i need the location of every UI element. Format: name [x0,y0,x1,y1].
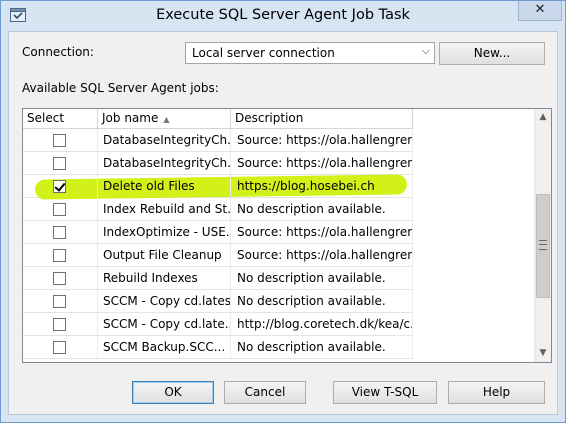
job-name-cell: Output File Cleanup [98,244,231,266]
grip-icon [539,240,547,250]
table-row[interactable]: SCCM - Copy cd.latest No description avai… [23,290,413,313]
grid-header: Select Job name ▲ Description [23,109,413,129]
table-row[interactable]: Delete old Files https://blog.hosebei.ch [23,174,413,200]
select-cell [23,175,98,197]
view-tsql-button[interactable]: View T-SQL [333,381,437,404]
column-header-description-label: Description [235,111,304,125]
job-name-cell: IndexOptimize - USE... [98,221,231,243]
select-cell [23,129,98,151]
job-description-cell: Source: https://ola.hallengren... [231,221,413,243]
job-description-cell: https://blog.hosebei.ch [231,175,413,197]
select-cell [23,336,98,358]
select-cell [23,221,98,243]
cancel-button[interactable]: Cancel [224,381,306,404]
job-description-cell: Source: https://ola.hallengren... [231,152,413,174]
table-row[interactable]: Output File Cleanup Source: https://ola.h… [23,244,413,267]
table-row[interactable]: Index Rebuild and St... No description av… [23,198,413,221]
job-description-cell: No description available. [231,267,413,289]
job-checkbox[interactable] [53,318,66,331]
select-cell [23,313,98,335]
connection-select[interactable]: Local server connection ⌵ [185,42,435,64]
job-checkbox[interactable] [53,226,66,239]
job-name-cell: DatabaseIntegrityCh... [98,152,231,174]
select-cell [23,198,98,220]
job-checkbox[interactable] [53,341,66,354]
table-row[interactable]: IndexOptimize - USE... Source: https://ol… [23,221,413,244]
job-checkbox[interactable] [53,203,66,216]
job-name-cell: Delete old Files [98,175,231,197]
help-button[interactable]: Help [448,381,545,404]
job-checkbox[interactable] [53,134,66,147]
column-header-select-label: Select [27,111,65,125]
job-description-cell: Source: https://ola.hallengren... [231,129,413,151]
job-checkbox[interactable] [53,180,66,193]
select-cell [23,267,98,289]
ok-button[interactable]: OK [132,381,214,404]
scroll-thumb[interactable] [536,194,550,298]
job-name-cell: SCCM - Copy cd.latest [98,290,231,312]
job-name-cell: Rebuild Indexes [98,267,231,289]
scroll-down-icon[interactable]: ▼ [535,345,551,362]
job-checkbox[interactable] [53,249,66,262]
job-name-cell: DatabaseIntegrityCh... [98,129,231,151]
new-connection-button[interactable]: New... [439,42,545,65]
title-bar: Execute SQL Server Agent Job Task ✕ [1,1,565,31]
job-name-cell: SCCM - Copy cd.late... [98,313,231,335]
window-title: Execute SQL Server Agent Job Task [156,7,410,23]
column-header-job-name-label: Job name [102,111,159,125]
column-header-job-name[interactable]: Job name ▲ [98,109,231,128]
table-row[interactable]: DatabaseIntegrityCh... Source: https://ol… [23,152,413,175]
job-checkbox[interactable] [53,272,66,285]
table-row[interactable]: SCCM Backup.SCC... No description availab… [23,336,413,359]
job-description-cell: No description available. [231,290,413,312]
select-cell [23,152,98,174]
job-description-cell: Source: https://ola.hallengren... [231,244,413,266]
job-checkbox[interactable] [53,157,66,170]
scroll-up-icon[interactable]: ▲ [535,109,551,126]
vertical-scrollbar[interactable]: ▲ ▼ [534,109,551,362]
connection-label: Connection: [22,45,94,59]
job-description-cell: http://blog.coretech.dk/kea/c... [231,313,413,335]
column-header-select[interactable]: Select [23,109,98,128]
close-button[interactable]: ✕ [518,1,562,21]
jobs-grid: Select Job name ▲ Description DatabaseInt… [22,108,552,363]
dialog-window: Execute SQL Server Agent Job Task ✕ Conn… [0,0,566,423]
column-header-description[interactable]: Description [231,109,413,128]
select-cell [23,244,98,266]
dialog-body: Connection: Local server connection ⌵ Ne… [8,31,558,415]
job-name-cell: SCCM Backup.SCC... [98,336,231,358]
jobs-label: Available SQL Server Agent jobs: [22,81,219,95]
close-icon: ✕ [534,2,546,17]
job-description-cell: No description available. [231,198,413,220]
connection-value: Local server connection [192,46,335,60]
table-row[interactable]: DatabaseIntegrityCh... Source: https://ol… [23,129,413,152]
table-row[interactable]: SCCM - Copy cd.late... http://blog.corete… [23,313,413,336]
chevron-down-icon: ⌵ [421,44,430,57]
job-checkbox[interactable] [53,295,66,308]
sort-ascending-icon: ▲ [163,115,170,124]
job-description-cell: No description available. [231,336,413,358]
select-cell [23,290,98,312]
table-row[interactable]: Rebuild Indexes No description available. [23,267,413,290]
job-name-cell: Index Rebuild and St... [98,198,231,220]
